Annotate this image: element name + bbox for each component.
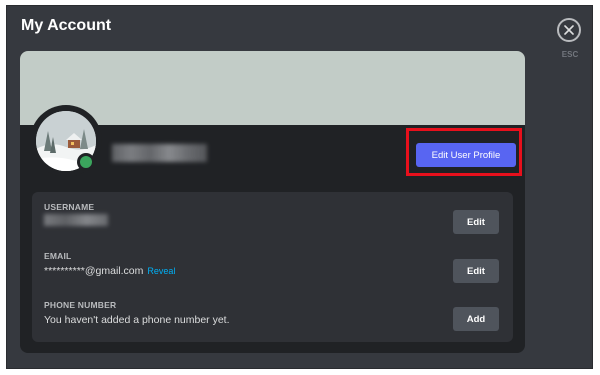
page-title: My Account — [21, 17, 112, 34]
reveal-email-link[interactable]: Reveal — [147, 266, 175, 276]
display-name-redacted — [112, 144, 207, 162]
phone-row: PHONE NUMBER You haven't added a phone n… — [44, 300, 504, 340]
close-icon — [564, 25, 574, 35]
profile-banner — [20, 51, 525, 125]
user-profile-card: Edit User Profile USERNAME Edit EMAIL **… — [20, 51, 525, 353]
online-status-icon — [80, 156, 92, 168]
account-settings-panel: My Account ESC Edit User Profile USERNAM… — [6, 5, 593, 369]
email-label: EMAIL — [44, 251, 72, 261]
email-text: **********@gmail.com — [44, 265, 144, 277]
close-button[interactable] — [557, 18, 581, 42]
email-row: EMAIL **********@gmail.com Reveal Edit — [44, 251, 504, 291]
add-phone-button[interactable]: Add — [453, 307, 499, 331]
username-value-redacted — [44, 214, 108, 226]
status-indicator — [77, 153, 95, 171]
highlight-box — [406, 128, 522, 176]
esc-label: ESC — [561, 50, 579, 59]
avatar-container[interactable] — [30, 105, 102, 177]
email-value: **********@gmail.com Reveal — [44, 265, 175, 277]
username-label: USERNAME — [44, 202, 95, 212]
phone-value: You haven't added a phone number yet. — [44, 314, 230, 326]
edit-username-button[interactable]: Edit — [453, 210, 499, 234]
username-row: USERNAME Edit — [44, 202, 504, 242]
edit-email-button[interactable]: Edit — [453, 259, 499, 283]
account-info-panel: USERNAME Edit EMAIL **********@gmail.com… — [32, 192, 513, 342]
phone-label: PHONE NUMBER — [44, 300, 117, 310]
